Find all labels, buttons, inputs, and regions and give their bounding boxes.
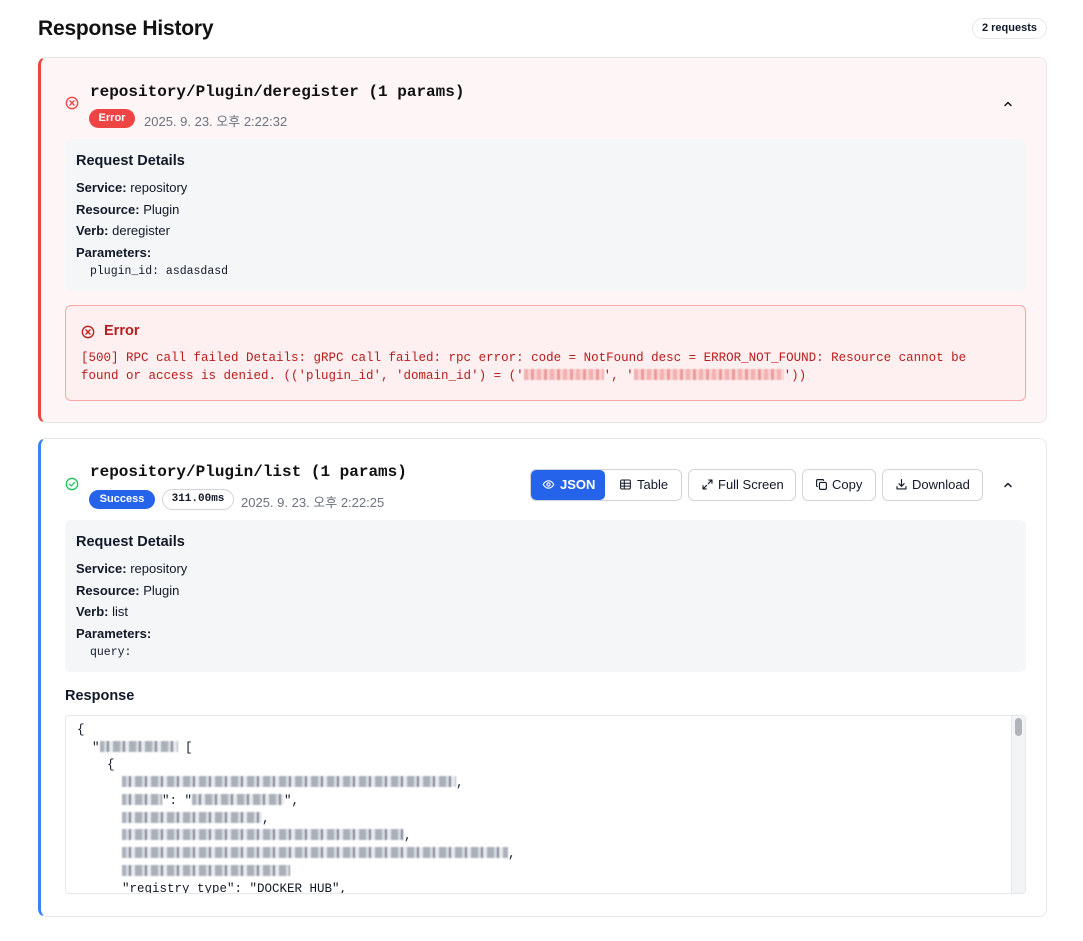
redacted-text [122, 793, 163, 805]
table-view-button[interactable]: Table [607, 470, 681, 500]
full-screen-button[interactable]: Full Screen [688, 469, 796, 501]
error-message: [500] RPC call failed Details: gRPC call… [81, 351, 967, 383]
detail-resource: Resource: Plugin [76, 583, 180, 598]
detail-verb: Verb: deregister [76, 223, 170, 238]
detail-resource: Resource: Plugin [76, 202, 180, 217]
response-scrollbar[interactable] [1011, 716, 1025, 893]
request-title: repository/Plugin/deregister (1 params) [90, 83, 465, 101]
error-circle-icon [65, 96, 79, 110]
scrollbar-thumb[interactable] [1015, 718, 1022, 736]
redacted-text [99, 740, 178, 752]
request-timestamp: 2025. 9. 23. 오후 2:22:32 [144, 114, 288, 129]
request-details-heading: Request Details [76, 153, 185, 169]
parameter-entry: plugin_id: asdasdasd [90, 265, 229, 278]
status-badge: Error [89, 109, 135, 128]
detail-verb: Verb: list [76, 604, 129, 619]
status-badge: Success [89, 490, 155, 509]
redacted-plugin-id [523, 369, 604, 380]
download-button[interactable]: Download [882, 469, 983, 501]
request-card-success: repository/Plugin/list (1 params) Succes… [38, 438, 1047, 917]
request-count-badge: 2 requests [971, 18, 1047, 39]
json-view-button[interactable]: JSON [531, 470, 605, 500]
table-icon [620, 479, 631, 490]
chevron-up-icon[interactable] [1000, 96, 1016, 112]
request-timestamp: 2025. 9. 23. 오후 2:22:25 [241, 495, 385, 510]
redacted-text [122, 811, 263, 823]
page-title: Response History [38, 17, 214, 40]
request-card-error: repository/Plugin/deregister (1 params) … [38, 57, 1047, 423]
page-header: Response History 2 requests [38, 14, 1047, 44]
eye-icon [542, 480, 555, 489]
request-details-heading: Request Details [76, 534, 185, 550]
error-panel: Error [500] RPC call failed Details: gRP… [65, 305, 1026, 401]
error-circle-icon [81, 325, 95, 339]
redacted-text [122, 776, 457, 788]
detail-parameters-label: Parameters: [76, 626, 152, 641]
copy-button[interactable]: Copy [802, 469, 876, 501]
redacted-text [122, 846, 509, 858]
request-details: Request Details Service: repository Reso… [65, 520, 1026, 672]
view-mode-toggle: JSON Table [530, 469, 682, 501]
duration-badge: 311.00ms [162, 489, 234, 510]
parameter-entry: query: [90, 646, 132, 659]
response-json-code: { " [ { , ": " ", , , , "registry_type": … [77, 723, 516, 894]
detail-service: Service: repository [76, 180, 188, 195]
response-json-viewer[interactable]: { " [ { , ": " ", , , , "registry_type": … [65, 715, 1026, 894]
request-details: Request Details Service: repository Reso… [65, 139, 1026, 291]
response-heading: Response [65, 688, 135, 704]
redacted-text [192, 793, 285, 805]
error-title: Error [104, 323, 140, 339]
detail-parameters-label: Parameters: [76, 245, 152, 260]
expand-icon [702, 479, 713, 490]
request-title: repository/Plugin/list (1 params) [90, 463, 407, 481]
redacted-text [122, 829, 405, 841]
redacted-text [122, 864, 291, 876]
detail-service: Service: repository [76, 561, 188, 576]
redacted-domain-id [633, 369, 784, 380]
download-icon [896, 479, 907, 490]
chevron-up-icon[interactable] [1000, 477, 1016, 493]
check-circle-icon [65, 477, 79, 491]
copy-icon [816, 479, 827, 490]
